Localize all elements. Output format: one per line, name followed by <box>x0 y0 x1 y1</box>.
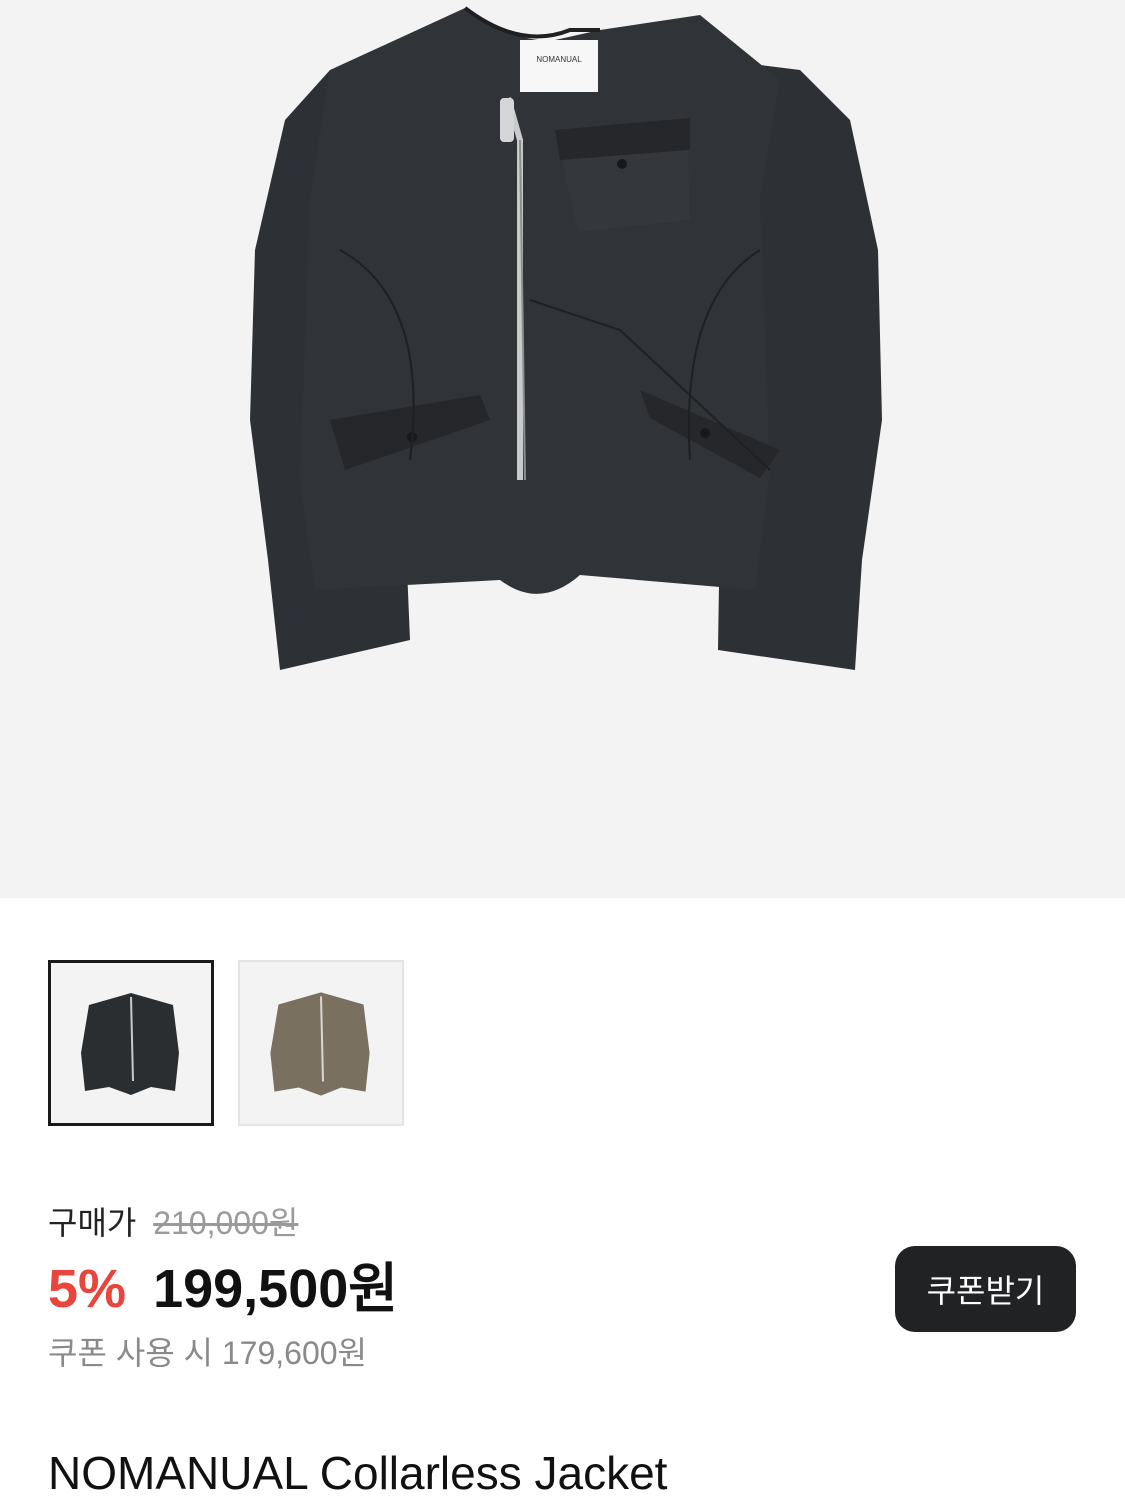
thumbnail-olive[interactable] <box>238 960 404 1126</box>
price-label-line: 구매가 210,000원 <box>48 1198 398 1248</box>
thumbnail-black[interactable] <box>48 960 214 1126</box>
product-main-image: NOMANUAL <box>0 0 1125 898</box>
price-label: 구매가 <box>48 1205 137 1241</box>
sale-price-line: 5% 199,500원 <box>48 1254 398 1324</box>
thumbnail-list <box>48 960 404 1126</box>
olive-jacket-thumbnail <box>270 992 370 1096</box>
sale-price: 199,500원 <box>153 1259 398 1319</box>
get-coupon-button[interactable]: 쿠폰받기 <box>895 1246 1076 1332</box>
product-title: NOMANUAL Collarless Jacket <box>48 1447 668 1499</box>
price-block: 구매가 210,000원 5% 199,500원 쿠폰 사용 시 179,600… <box>48 1198 398 1376</box>
original-price: 210,000원 <box>153 1205 299 1241</box>
tag-text: NOMANUAL <box>536 55 582 64</box>
jacket-illustration: NOMANUAL <box>250 6 882 670</box>
coupon-price: 쿠폰 사용 시 179,600원 <box>48 1335 367 1371</box>
discount-rate: 5% <box>48 1259 127 1319</box>
black-jacket-thumbnail <box>81 993 179 1095</box>
